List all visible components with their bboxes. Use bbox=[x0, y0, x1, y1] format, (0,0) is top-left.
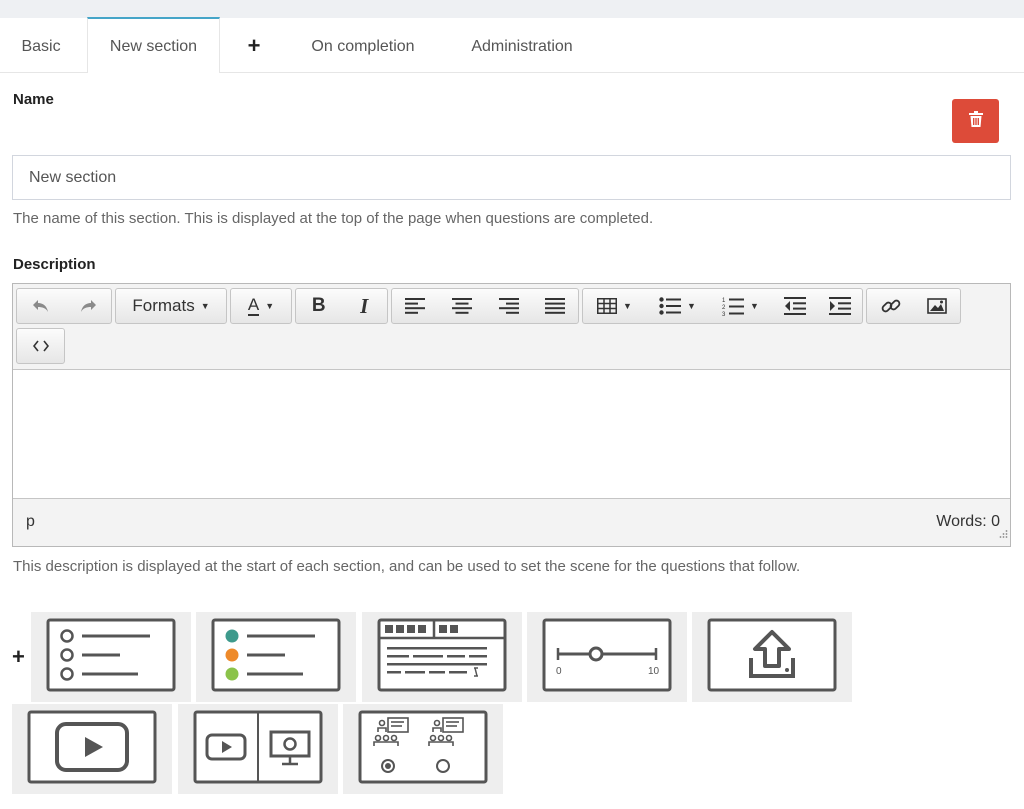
bold-icon: B bbox=[311, 295, 326, 316]
slider-min-label: 0 bbox=[556, 666, 562, 677]
outdent-button[interactable] bbox=[772, 289, 817, 323]
history-group bbox=[16, 288, 112, 324]
question-type-file-upload[interactable] bbox=[692, 612, 852, 702]
italic-button[interactable]: I bbox=[342, 289, 388, 323]
slider-icon: 0 10 bbox=[542, 618, 672, 697]
redo-icon bbox=[79, 299, 97, 313]
undo-button[interactable] bbox=[17, 289, 64, 323]
section-name-input[interactable] bbox=[12, 155, 1011, 200]
question-type-presenter-choice[interactable] bbox=[343, 704, 503, 794]
bullet-list-dropdown[interactable]: ▼ bbox=[646, 289, 709, 323]
bold-button[interactable]: B bbox=[296, 289, 342, 323]
chevron-down-icon: ▼ bbox=[623, 301, 632, 311]
chevron-down-icon: ▼ bbox=[750, 301, 759, 311]
numbered-list-dropdown[interactable]: 123 ▼ bbox=[709, 289, 772, 323]
chevron-down-icon: ▼ bbox=[200, 301, 210, 311]
name-label: Name bbox=[13, 91, 54, 108]
image-icon bbox=[927, 298, 947, 314]
align-center-button[interactable] bbox=[438, 289, 485, 323]
table-dropdown[interactable]: ▼ bbox=[583, 289, 646, 323]
text-style-group: B I bbox=[295, 288, 388, 324]
image-button[interactable] bbox=[914, 289, 960, 323]
video-presentation-icon bbox=[193, 710, 323, 789]
table-icon bbox=[597, 298, 618, 314]
editor-content-area[interactable] bbox=[13, 370, 1010, 498]
upload-icon bbox=[707, 618, 837, 697]
tab-new-section[interactable]: New section bbox=[87, 17, 220, 73]
align-right-icon bbox=[498, 298, 519, 314]
description-help-text: This description is displayed at the sta… bbox=[13, 558, 801, 575]
editor-toolbar: Formats ▼ A ▼ B I ▼ ▼ 1 2 3 ▼ bbox=[13, 284, 1010, 370]
add-question-label: + bbox=[12, 644, 25, 669]
question-type-slider[interactable]: 0 10 bbox=[527, 612, 687, 702]
presenter-choice-icon bbox=[358, 710, 488, 789]
editor-statusbar: p Words: 0 bbox=[13, 498, 1010, 546]
formats-group: Formats ▼ bbox=[115, 288, 227, 324]
indent-icon bbox=[828, 297, 851, 315]
indent-button[interactable] bbox=[817, 289, 862, 323]
description-editor: Formats ▼ A ▼ B I ▼ ▼ 1 2 3 ▼ p Words: 0 bbox=[12, 283, 1011, 547]
alignment-group bbox=[391, 288, 579, 324]
tab-administration[interactable]: Administration bbox=[452, 18, 592, 73]
question-type-colour-options[interactable] bbox=[196, 612, 356, 702]
question-type-radio-list[interactable] bbox=[31, 612, 191, 702]
tab-add-section[interactable]: + bbox=[228, 18, 280, 73]
align-right-button[interactable] bbox=[485, 289, 532, 323]
radio-list-icon bbox=[46, 618, 176, 697]
insert-group bbox=[866, 288, 961, 324]
name-help-text: The name of this section. This is displa… bbox=[13, 210, 654, 227]
question-type-video[interactable] bbox=[12, 704, 172, 794]
undo-icon bbox=[32, 299, 50, 313]
svg-text:1: 1 bbox=[722, 298, 726, 304]
font-color-icon: A bbox=[247, 295, 260, 316]
lists-table-group: ▼ ▼ 123 ▼ bbox=[582, 288, 863, 324]
delete-section-button[interactable] bbox=[952, 99, 999, 143]
word-count: Words: 0 bbox=[936, 513, 1000, 530]
description-label: Description bbox=[13, 256, 96, 273]
tab-bar: Basic New section + On completion Admini… bbox=[0, 17, 1024, 73]
link-button[interactable] bbox=[867, 289, 914, 323]
align-justify-button[interactable] bbox=[532, 289, 578, 323]
outdent-icon bbox=[783, 297, 806, 315]
font-color-dropdown[interactable]: A ▼ bbox=[231, 289, 291, 323]
formats-label: Formats bbox=[132, 296, 195, 315]
svg-text:3: 3 bbox=[722, 312, 726, 316]
question-type-rich-text[interactable] bbox=[362, 612, 522, 702]
svg-text:2: 2 bbox=[722, 305, 726, 311]
question-type-video-presentation[interactable] bbox=[178, 704, 338, 794]
video-icon bbox=[27, 710, 157, 789]
element-path[interactable]: p bbox=[26, 513, 35, 531]
code-icon bbox=[32, 340, 49, 352]
link-icon bbox=[881, 296, 901, 316]
italic-icon: I bbox=[360, 293, 369, 318]
text-editor-icon bbox=[377, 618, 507, 697]
trash-icon bbox=[968, 110, 983, 132]
tab-on-completion[interactable]: On completion bbox=[292, 18, 434, 73]
formats-dropdown[interactable]: Formats ▼ bbox=[116, 289, 226, 323]
redo-button[interactable] bbox=[64, 289, 111, 323]
tab-basic[interactable]: Basic bbox=[0, 18, 82, 73]
coloured-list-icon bbox=[211, 618, 341, 697]
align-left-button[interactable] bbox=[392, 289, 438, 323]
align-left-icon bbox=[405, 298, 425, 314]
chevron-down-icon: ▼ bbox=[265, 301, 275, 311]
top-strip bbox=[0, 0, 1024, 18]
align-center-icon bbox=[451, 298, 472, 314]
source-code-group bbox=[16, 328, 65, 364]
source-code-button[interactable] bbox=[17, 329, 64, 363]
numbered-list-icon: 123 bbox=[722, 296, 745, 316]
bullet-list-icon bbox=[659, 297, 682, 315]
resize-handle-icon[interactable] bbox=[998, 526, 1008, 544]
align-justify-icon bbox=[545, 298, 565, 314]
slider-max-label: 10 bbox=[648, 666, 660, 677]
chevron-down-icon: ▼ bbox=[687, 301, 696, 311]
font-color-group: A ▼ bbox=[230, 288, 292, 324]
